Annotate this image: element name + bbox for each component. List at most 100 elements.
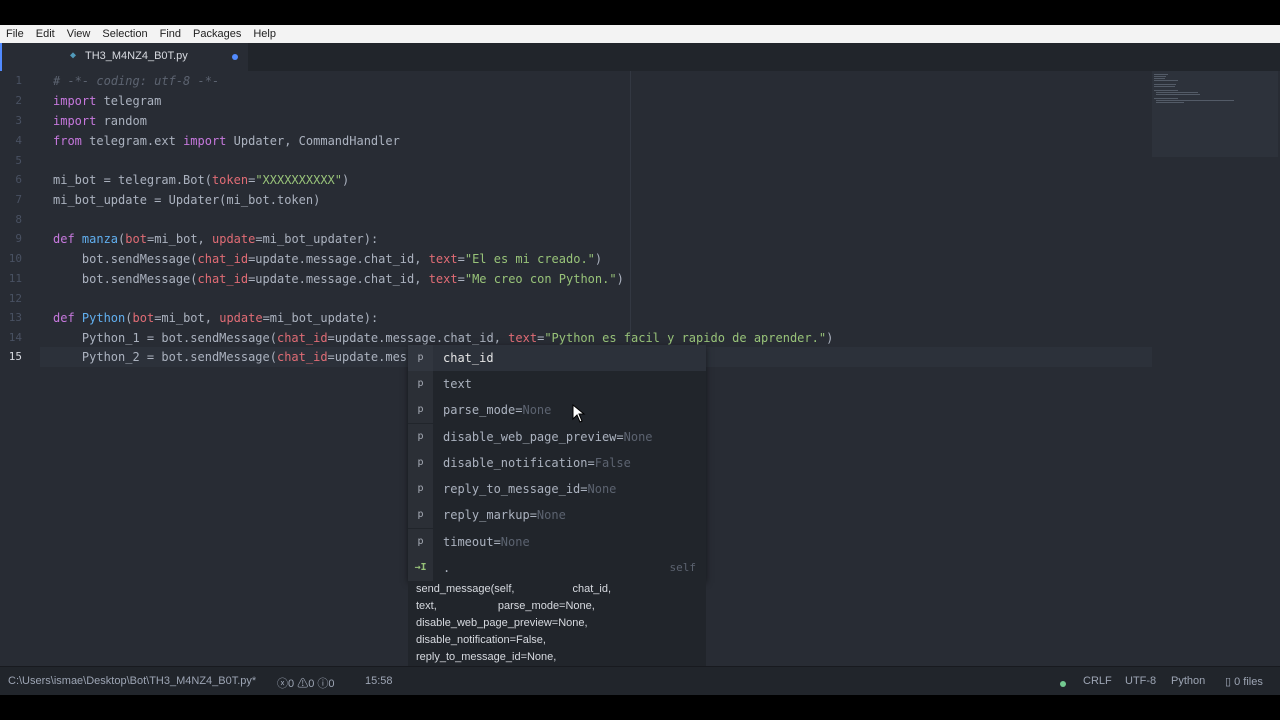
- suggestion-label: disable_notification=False: [443, 456, 631, 470]
- code-line-7: mi_bot_update = Updater(mi_bot.token): [53, 190, 320, 210]
- code-text: =mi_bot,: [154, 311, 220, 325]
- line-ending-selector[interactable]: CRLF: [1083, 675, 1112, 687]
- suggestion-reply-to-message-id[interactable]: p reply_to_message_id=None: [408, 476, 706, 502]
- tab-th3-m4nz4-b0t[interactable]: ◆ TH3_M4NZ4_B0T.py: [0, 43, 248, 71]
- suggestion-right-label: self: [669, 561, 697, 574]
- cursor-position[interactable]: 15:58: [365, 675, 393, 687]
- string: "El es mi creado.": [464, 252, 595, 266]
- code-text: ): [594, 252, 603, 266]
- line-number: 1: [15, 74, 22, 87]
- line-number: 4: [15, 134, 22, 147]
- line-number: 14: [8, 331, 22, 344]
- param: text: [508, 331, 538, 345]
- line-number: 13: [8, 311, 22, 324]
- modified-indicator-icon[interactable]: [232, 54, 238, 60]
- code-text: =update.message.chat_id,: [248, 272, 429, 286]
- code-text: =: [457, 272, 465, 286]
- param: bot: [125, 232, 147, 246]
- param-type-icon: p: [408, 345, 433, 371]
- code-text: ): [342, 173, 350, 187]
- keyword: import: [53, 114, 97, 128]
- line-number: 3: [15, 114, 22, 127]
- mouse-pointer-icon: [572, 403, 586, 423]
- code-text: mi_bot_update = Updater(mi_bot.token): [53, 193, 321, 207]
- keyword: def: [53, 311, 75, 325]
- code-text: =mi_bot_updater):: [255, 232, 379, 246]
- param: chat_id: [276, 350, 328, 364]
- param-type-icon: p: [408, 424, 433, 450]
- suggestion-snippet[interactable]: →I . self: [408, 555, 706, 581]
- code-text: =mi_bot_update):: [262, 311, 379, 325]
- code-line-3: import random: [53, 111, 147, 131]
- param-type-icon: p: [408, 371, 433, 397]
- doc-line: disable_web_page_preview=None,: [416, 617, 588, 629]
- param: token: [211, 173, 249, 187]
- string: "XXXXXXXXXX": [255, 173, 343, 187]
- code-text: ): [616, 272, 624, 286]
- doc-line: send_message(self, chat_id,: [416, 583, 612, 595]
- code-line-9: def manza(bot=mi_bot, update=mi_bot_upda…: [53, 229, 378, 249]
- file-path[interactable]: C:\Users\ismae\Desktop\Bot\TH3_M4NZ4_B0T…: [8, 675, 256, 687]
- python-file-icon: ◆: [70, 50, 77, 61]
- menu-view[interactable]: View: [61, 28, 97, 40]
- code-line-6: mi_bot = telegram.Bot(token="XXXXXXXXXX"…: [53, 170, 349, 190]
- suggestion-timeout[interactable]: p timeout=None: [408, 529, 706, 555]
- file-icon: ▯: [1225, 676, 1232, 688]
- error-count: 0: [288, 678, 295, 690]
- string: "Me creo con Python.": [464, 272, 617, 286]
- code-text: (: [125, 311, 133, 325]
- suggestion-label: chat_id: [443, 351, 494, 365]
- menu-help[interactable]: Help: [247, 28, 282, 40]
- menu-find[interactable]: Find: [154, 28, 187, 40]
- param: chat_id: [197, 272, 249, 286]
- code-text: telegram.ext: [81, 134, 184, 148]
- suggestion-label: timeout=None: [443, 535, 530, 549]
- param: chat_id: [197, 252, 249, 266]
- suggestion-disable-web-page-preview[interactable]: p disable_web_page_preview=None: [408, 424, 706, 450]
- suggestion-chat-id[interactable]: p chat_id: [408, 345, 706, 371]
- line-number: 5: [15, 154, 22, 167]
- code-text: Updater, CommandHandler: [226, 134, 400, 148]
- code-text: bot.sendMessage(: [53, 272, 198, 286]
- suggestion-parse-mode[interactable]: p parse_mode=None: [408, 397, 706, 423]
- menu-file[interactable]: File: [0, 28, 30, 40]
- diagnostics-summary[interactable]: ⓧ0 ⚠0 ⓘ0: [277, 675, 335, 691]
- files-count[interactable]: ▯ 0 files: [1225, 675, 1263, 688]
- param: text: [428, 252, 458, 266]
- suggestion-text[interactable]: p text: [408, 371, 706, 397]
- minimap[interactable]: [1152, 71, 1278, 157]
- param-type-icon: p: [408, 502, 433, 528]
- suggestion-reply-markup[interactable]: p reply_markup=None: [408, 502, 706, 528]
- suggestion-disable-notification[interactable]: p disable_notification=False: [408, 450, 706, 476]
- keyword: def: [53, 232, 75, 246]
- keyword: import: [53, 94, 97, 108]
- git-status-dot-icon: [1060, 678, 1066, 690]
- code-line-10: bot.sendMessage(chat_id=update.message.c…: [53, 249, 602, 269]
- suggestion-label: disable_web_page_preview=None: [443, 430, 653, 444]
- code-text: mi_bot = telegram.Bot(: [53, 173, 212, 187]
- suggestion-label: parse_mode=None: [443, 403, 552, 417]
- code-line-4: from telegram.ext import Updater, Comman…: [53, 131, 400, 151]
- line-number: 6: [15, 173, 22, 186]
- grammar-selector[interactable]: Python: [1171, 675, 1205, 687]
- line-number-current: 15: [8, 350, 22, 363]
- warning-count: 0: [308, 678, 315, 690]
- encoding-selector[interactable]: UTF-8: [1125, 675, 1156, 687]
- snippet-tab-icon: →I: [408, 555, 433, 581]
- code-line-2: import telegram: [53, 91, 161, 111]
- param: update: [219, 311, 263, 325]
- menu-packages[interactable]: Packages: [187, 28, 247, 40]
- line-number-gutter: 1 2 3 4 5 6 7 8 9 10 11 12 13 14 15: [0, 71, 40, 666]
- info-icon: ⓘ: [317, 678, 329, 690]
- code-text: telegram: [96, 94, 162, 108]
- suggestion-label: reply_markup=None: [443, 508, 566, 522]
- menu-selection[interactable]: Selection: [96, 28, 153, 40]
- comment: # -*- coding: utf-8 -*-: [53, 74, 220, 88]
- code-line-11: bot.sendMessage(chat_id=update.message.c…: [53, 269, 624, 289]
- menu-edit[interactable]: Edit: [30, 28, 61, 40]
- suggestion-label: reply_to_message_id=None: [443, 482, 617, 496]
- doc-line: reply_to_message_id=None,: [416, 651, 557, 663]
- code-text: =update.message.chat_id,: [248, 252, 429, 266]
- string: "Python es facil y rapido de aprender.": [544, 331, 827, 345]
- suggestion-label: text: [443, 377, 472, 391]
